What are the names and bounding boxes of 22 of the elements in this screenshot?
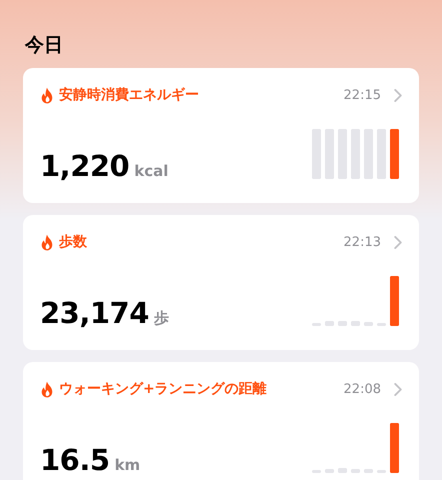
card-time: 22:08	[344, 382, 381, 396]
card-title: ウォーキング+ランニングの距離	[59, 380, 268, 398]
chevron-icon	[394, 382, 402, 396]
card-time: 22:15	[344, 88, 381, 102]
summary-card[interactable]: ウォーキング+ランニングの距離 22:08 16.5 km	[23, 362, 419, 480]
chevron-icon	[394, 236, 402, 248]
card-value: 1,220	[40, 149, 130, 183]
flame-icon	[40, 234, 54, 250]
flame-icon	[40, 86, 54, 104]
card-unit: kcal	[134, 162, 168, 180]
card-unit: km	[114, 456, 140, 474]
section-title: 今日	[25, 33, 64, 58]
card-title: 安静時消費エネルギー	[59, 86, 200, 104]
summary-card[interactable]: 安静時消費エネルギー 22:15 1,220 kcal	[23, 68, 419, 203]
card-unit: 歩	[154, 309, 169, 328]
card-time: 22:13	[344, 234, 381, 250]
flame-icon	[40, 380, 54, 398]
card-value: 16.5	[40, 443, 110, 477]
summary-card[interactable]: 歩数 22:13 23,174 歩	[23, 215, 419, 350]
chevron-icon	[394, 88, 402, 102]
card-title: 歩数	[59, 233, 88, 251]
card-value: 23,174	[40, 296, 149, 330]
